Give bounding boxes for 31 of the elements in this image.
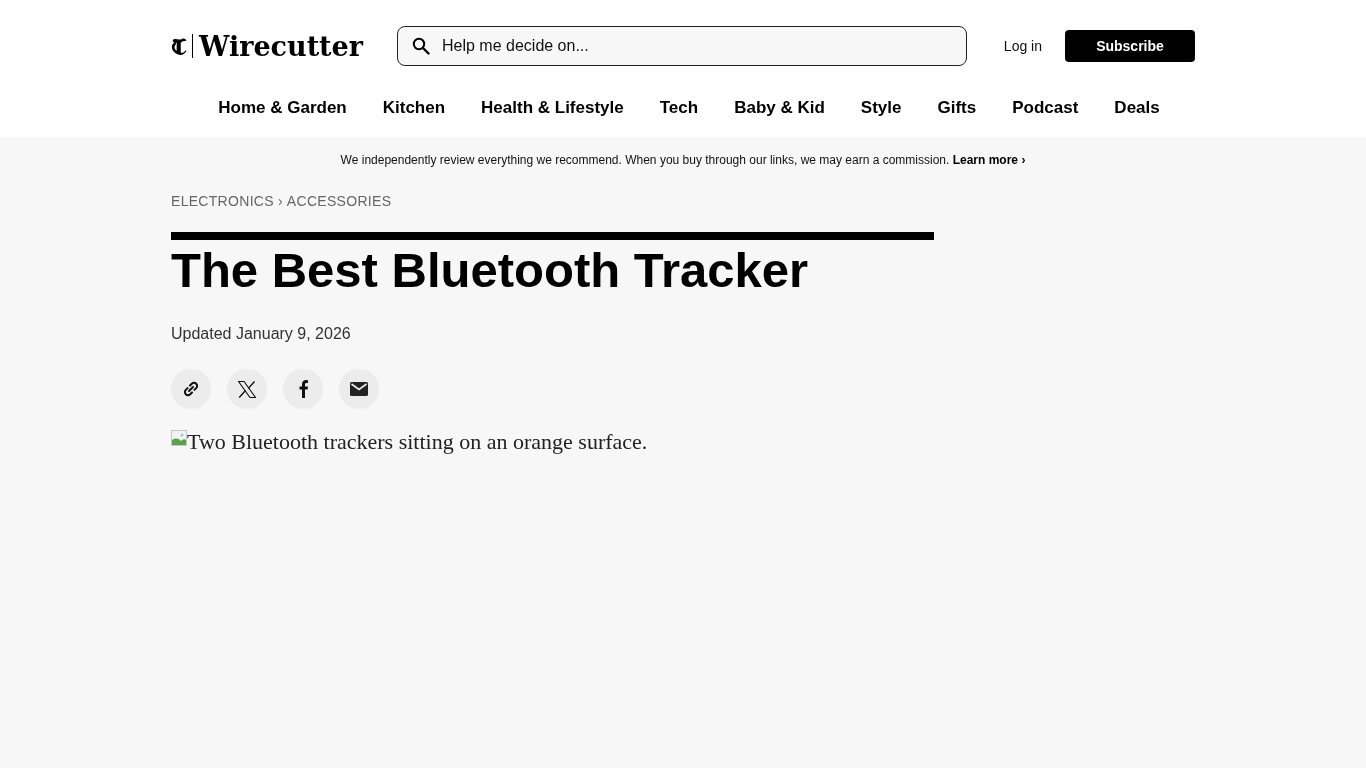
nav-link[interactable]: Kitchen <box>382 94 446 122</box>
nav-link[interactable]: Deals <box>1114 94 1160 122</box>
nav-link[interactable]: Style <box>860 94 902 122</box>
nav-link[interactable]: Home & Garden <box>218 94 347 122</box>
broken-image-icon <box>171 430 187 446</box>
nav-link[interactable]: Health & Lifestyle <box>481 94 624 122</box>
disclosure-text: We independently review everything we recommend. When you buy through our links, we may earn a commission. Learn more › <box>339 152 1027 168</box>
breadcrumb-link[interactable]: ACCESSORIES <box>286 191 392 211</box>
f-logo-icon <box>298 380 308 398</box>
search-icon <box>412 37 430 55</box>
wordmark[interactable]: Wirecutter <box>199 32 363 60</box>
nav-link[interactable]: Tech <box>659 94 699 122</box>
article-title: The Best Bluetooth Tracker <box>171 242 810 298</box>
nav-link[interactable]: Gifts <box>937 94 977 122</box>
x-logo-icon <box>238 380 256 398</box>
breadcrumb-link[interactable]: ELECTRONICS <box>171 191 274 211</box>
updated-date: Updated January 9, 2026 <box>171 324 352 344</box>
share-facebook-button[interactable] <box>283 369 323 409</box>
nav-link[interactable]: Podcast <box>1012 94 1079 122</box>
login-link[interactable]: Log in <box>1003 35 1042 57</box>
share-x-button[interactable] <box>227 369 267 409</box>
image-alt-text: Two Bluetooth trackers sitting on an orange surface. <box>187 429 648 455</box>
copy-link-button[interactable] <box>171 369 211 409</box>
chain-link-icon <box>183 381 199 397</box>
subscribe-button[interactable]: Subscribe <box>1065 30 1195 62</box>
nav-link[interactable]: Baby & Kid <box>734 94 825 122</box>
learn-more-link[interactable]: Learn more › <box>952 153 1026 167</box>
breadcrumb-separator: › <box>277 192 283 211</box>
share-email-button[interactable] <box>339 369 379 409</box>
envelope-icon <box>350 382 368 396</box>
search-field[interactable]: Help me decide on... <box>397 26 967 66</box>
